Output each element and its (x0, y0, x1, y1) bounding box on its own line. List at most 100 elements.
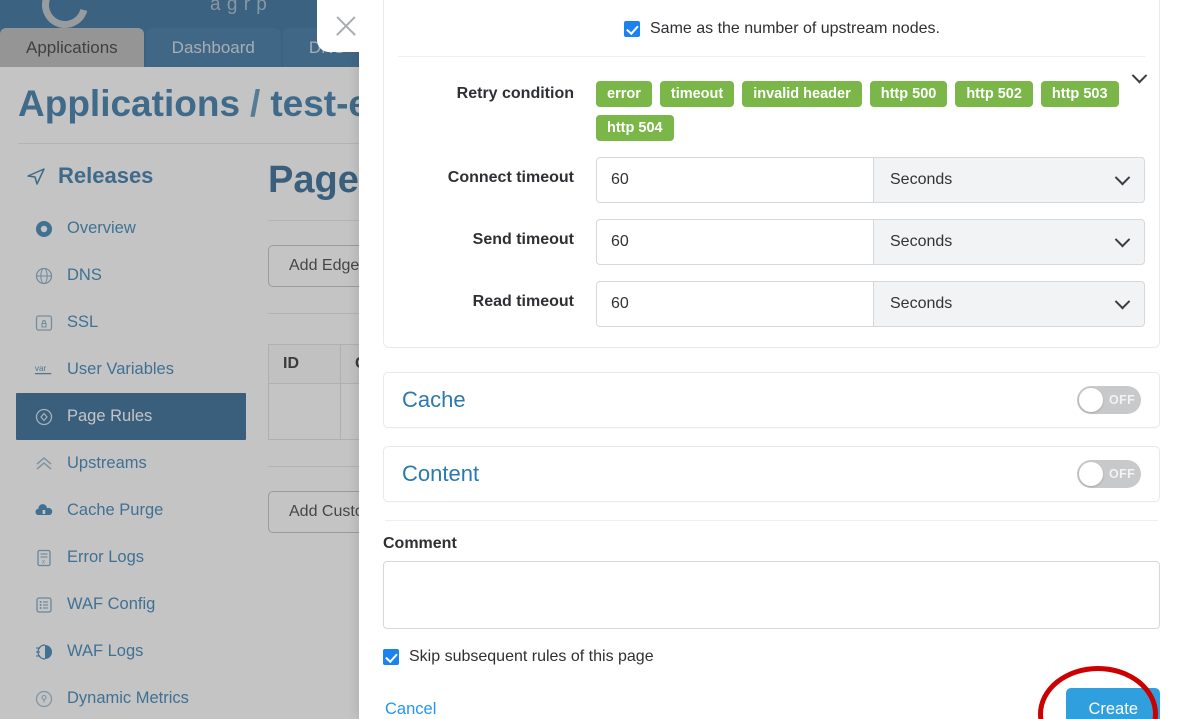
cache-toggle-state: OFF (1109, 393, 1136, 407)
sidebar-item-waf-logs[interactable]: WAF Logs (16, 628, 246, 675)
retry-condition-tags: error timeout invalid header http 500 ht… (596, 73, 1122, 141)
comment-group: Comment (383, 535, 1160, 634)
tab-applications-label: Applications (26, 37, 118, 57)
sidebar-item-error-logs[interactable]: x Error Logs (16, 534, 246, 581)
skip-rules-checkbox[interactable] (383, 649, 399, 665)
var-icon: var (34, 360, 54, 380)
sidebar-item-label: Overview (67, 219, 136, 237)
sidebar-item-label: Cache Purge (67, 501, 164, 519)
releases-icon (26, 166, 46, 186)
sidebar-item-label: Upstreams (67, 454, 147, 472)
connect-timeout-input[interactable] (596, 157, 873, 203)
retry-condition-control[interactable]: error timeout invalid header http 500 ht… (596, 67, 1148, 141)
retry-condition-dropdown[interactable] (1122, 67, 1148, 84)
ssl-icon (34, 313, 54, 333)
same-as-upstream-label: Same as the number of upstream nodes. (650, 20, 940, 37)
send-timeout-input[interactable] (596, 219, 873, 265)
tab-dashboard-label: Dashboard (171, 37, 255, 57)
breadcrumb-separator: / (250, 83, 261, 124)
chevron-down-icon (1131, 67, 1148, 84)
tab-dashboard[interactable]: Dashboard (145, 28, 281, 67)
breadcrumb-root[interactable]: Applications (18, 83, 240, 124)
skip-rules-label: Skip subsequent rules of this page (409, 648, 654, 665)
sidebar-item-label: Dynamic Metrics (67, 689, 189, 707)
send-timeout-control: Seconds (596, 219, 1145, 265)
send-timeout-label: Send timeout (472, 231, 574, 248)
skip-rules-row[interactable]: Skip subsequent rules of this page (383, 648, 1160, 666)
sidebar-heading-label: Releases (58, 163, 154, 188)
svg-text:var: var (35, 363, 47, 372)
retry-tag[interactable]: timeout (659, 81, 735, 107)
retry-tag[interactable]: http 503 (1040, 81, 1119, 107)
dynamic-metrics-icon (34, 689, 54, 709)
error-logs-icon: x (34, 548, 54, 568)
connect-timeout-label: Connect timeout (447, 169, 574, 186)
sidebar-item-waf-config[interactable]: WAF Config (16, 581, 246, 628)
cache-toggle-knob (1079, 388, 1103, 412)
sidebar-item-cache-purge[interactable]: Cache Purge (16, 487, 246, 534)
retry-tag[interactable]: http 504 (596, 115, 674, 141)
table-header-id: ID (268, 344, 341, 384)
send-timeout-unit-select[interactable]: Seconds (873, 219, 1145, 265)
retry-tag[interactable]: http 500 (869, 81, 948, 107)
connect-timeout-unit-value: Seconds (890, 171, 953, 188)
retry-condition-row: Retry condition error timeout invalid he… (384, 67, 1159, 141)
modal-scroll-area[interactable]: Same as the number of upstream nodes. Re… (359, 0, 1184, 719)
table-cell-id (268, 383, 341, 440)
sidebar-item-upstreams[interactable]: Upstreams (16, 440, 246, 487)
same-as-upstream-checkbox[interactable] (624, 21, 640, 37)
connect-timeout-unit-select[interactable]: Seconds (873, 157, 1145, 203)
sidebar-item-label: User Variables (67, 360, 174, 378)
create-button-wrapper: Create (1038, 666, 1160, 719)
sidebar-item-label: WAF Config (67, 595, 156, 613)
close-icon (333, 13, 359, 39)
read-timeout-row: Read timeout Seconds (384, 281, 1159, 327)
modal-footer: Cancel Create (383, 666, 1160, 719)
same-as-upstream-checkbox-row[interactable]: Same as the number of upstream nodes. (384, 6, 1159, 48)
upstreams-icon (34, 454, 54, 474)
sidebar-item-label: Error Logs (67, 548, 145, 566)
tab-applications[interactable]: Applications (0, 28, 144, 67)
sidebar-item-dns[interactable]: DNS (16, 252, 246, 299)
sidebar: Releases Overview DNS SSL var User Varia… (16, 159, 246, 719)
retry-tag[interactable]: invalid header (742, 81, 862, 107)
cache-section[interactable]: Cache OFF (383, 372, 1160, 428)
content-section[interactable]: Content OFF (383, 446, 1160, 502)
create-button[interactable]: Create (1066, 688, 1160, 719)
breadcrumb: Applications / test-ec (18, 83, 390, 125)
content-toggle-knob (1079, 462, 1103, 486)
screen-root: a g r p Applications Dashboard DNS Appli… (0, 0, 1184, 719)
cache-purge-icon (34, 501, 54, 521)
sidebar-item-ssl[interactable]: SSL (16, 299, 246, 346)
read-timeout-unit-value: Seconds (890, 295, 953, 312)
svg-text:x: x (42, 559, 45, 565)
brand-text: a g r p (210, 0, 268, 15)
connect-timeout-control: Seconds (596, 157, 1145, 203)
sidebar-item-user-variables[interactable]: var User Variables (16, 346, 246, 393)
content-toggle[interactable]: OFF (1077, 460, 1141, 488)
cancel-button[interactable]: Cancel (383, 700, 436, 719)
retry-tag[interactable]: http 502 (955, 81, 1033, 107)
sidebar-item-label: WAF Logs (67, 642, 144, 660)
retry-tag[interactable]: error (596, 81, 652, 107)
sidebar-item-label: Page Rules (67, 407, 153, 425)
upstream-settings-card: Same as the number of upstream nodes. Re… (383, 0, 1160, 348)
read-timeout-input[interactable] (596, 281, 873, 327)
cache-section-title: Cache (402, 387, 466, 412)
waf-logs-icon (34, 642, 54, 662)
overview-icon (34, 219, 54, 239)
sidebar-item-dynamic-metrics[interactable]: Dynamic Metrics (16, 675, 246, 719)
sidebar-item-page-rules[interactable]: Page Rules (16, 393, 246, 440)
cache-toggle[interactable]: OFF (1077, 386, 1141, 414)
sidebar-item-label: SSL (67, 313, 99, 331)
page-rules-icon (34, 407, 54, 427)
sidebar-heading: Releases (16, 159, 246, 205)
sidebar-item-overview[interactable]: Overview (16, 205, 246, 252)
dns-icon (34, 266, 54, 286)
send-timeout-row: Send timeout Seconds (384, 219, 1159, 265)
content-toggle-state: OFF (1109, 467, 1136, 481)
comment-label: Comment (383, 535, 457, 552)
read-timeout-unit-select[interactable]: Seconds (873, 281, 1145, 327)
comment-textarea[interactable] (383, 561, 1160, 629)
modal-close-button[interactable] (317, 0, 376, 52)
